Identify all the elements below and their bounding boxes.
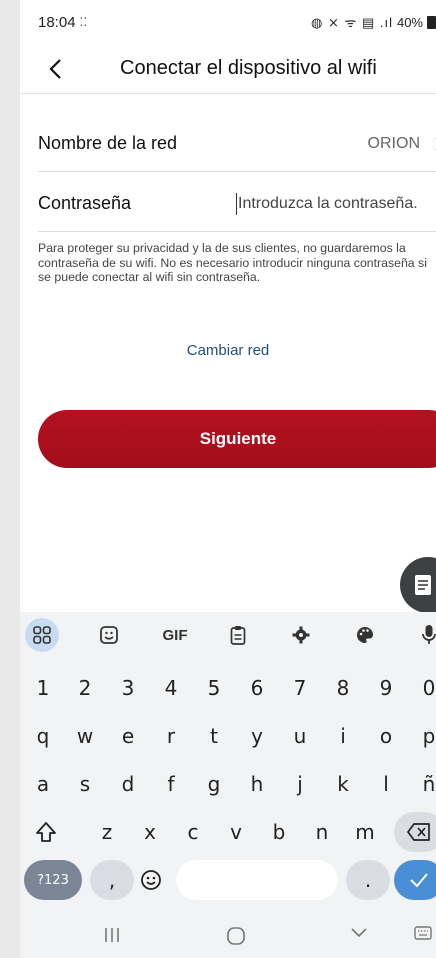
battery-percent: 40%: [396, 14, 423, 30]
clipboard-icon[interactable]: [221, 618, 255, 652]
emoji-icon: [141, 870, 161, 890]
key-g[interactable]: g: [195, 764, 233, 804]
key-c[interactable]: c: [174, 812, 212, 852]
notes-icon: [415, 575, 431, 595]
app-header: Conectar el dispositivo al wifi: [20, 44, 436, 94]
key-w[interactable]: w: [66, 716, 104, 756]
key-d[interactable]: d: [109, 764, 147, 804]
key-z[interactable]: z: [88, 812, 126, 852]
key-7[interactable]: 7: [281, 668, 319, 708]
backspace-icon: [407, 823, 430, 841]
key-s[interactable]: s: [66, 764, 104, 804]
recents-nav-icon[interactable]: [104, 926, 120, 949]
key-n[interactable]: n: [303, 812, 341, 852]
password-input[interactable]: [236, 192, 436, 215]
system-nav-bar: [0, 918, 436, 958]
gif-button[interactable]: GIF: [155, 618, 195, 652]
sticker-icon[interactable]: [92, 618, 126, 652]
on-screen-keyboard: GIF 1 2 3 4 5 6 7 8 9 0 q w e r t y u i …: [20, 612, 436, 958]
status-icons: ◍ ⨯ ᯤ ▤ .ıl: [311, 15, 393, 30]
back-button[interactable]: [40, 54, 70, 84]
key-6[interactable]: 6: [238, 668, 276, 708]
battery-icon: [427, 15, 436, 29]
network-value: ORION: [367, 134, 420, 152]
keyboard-switch-icon[interactable]: [414, 926, 432, 945]
palette-icon[interactable]: [348, 618, 382, 652]
floating-notes-button[interactable]: [400, 557, 436, 613]
keyboard-row-3: z x c v b n m: [20, 812, 436, 852]
key-y[interactable]: y: [238, 716, 276, 756]
microphone-icon[interactable]: [412, 618, 436, 652]
key-5[interactable]: 5: [195, 668, 233, 708]
password-label: Contraseña: [38, 193, 132, 213]
key-3[interactable]: 3: [109, 668, 147, 708]
key-1[interactable]: 1: [24, 668, 62, 708]
key-k[interactable]: k: [324, 764, 362, 804]
key-0[interactable]: 0: [410, 668, 436, 708]
key-p[interactable]: p: [410, 716, 436, 756]
key-o[interactable]: o: [367, 716, 405, 756]
network-label: Nombre de la red: [38, 133, 178, 153]
key-i[interactable]: i: [324, 716, 362, 756]
back-nav-icon[interactable]: [350, 926, 368, 944]
apps-grid-icon[interactable]: [25, 618, 59, 652]
key-e[interactable]: e: [109, 716, 147, 756]
period-key[interactable]: .: [346, 860, 390, 900]
status-time: 18:04: [38, 13, 76, 31]
status-bar: 18:04 ⁚⁚ ◍ ⨯ ᯤ ▤ .ıl 40%: [20, 0, 436, 44]
shift-key[interactable]: [24, 812, 68, 852]
backspace-key[interactable]: [394, 812, 436, 852]
key-r[interactable]: r: [152, 716, 190, 756]
chevron-left-icon: [49, 59, 61, 79]
key-9[interactable]: 9: [367, 668, 405, 708]
key-8[interactable]: 8: [324, 668, 362, 708]
settings-gear-icon[interactable]: [284, 618, 318, 652]
enter-key[interactable]: [394, 860, 436, 900]
key-n-tilde[interactable]: ñ: [410, 764, 436, 804]
network-row[interactable]: Nombre de la red ORION: [38, 116, 436, 172]
keyboard-row-2: a s d f g h j k l ñ: [20, 764, 436, 804]
key-u[interactable]: u: [281, 716, 319, 756]
key-l[interactable]: l: [367, 764, 405, 804]
key-m[interactable]: m: [346, 812, 384, 852]
key-f[interactable]: f: [152, 764, 190, 804]
key-q[interactable]: q: [24, 716, 62, 756]
comma-key[interactable]: ,: [90, 860, 134, 900]
keyboard-number-row: 1 2 3 4 5 6 7 8 9 0: [20, 668, 436, 708]
key-2[interactable]: 2: [66, 668, 104, 708]
keyboard-toolbar: GIF: [20, 612, 436, 658]
next-button[interactable]: Siguiente: [38, 410, 436, 468]
key-a[interactable]: a: [24, 764, 62, 804]
key-t[interactable]: t: [195, 716, 233, 756]
page-title: Conectar el dispositivo al wifi: [120, 57, 377, 79]
status-extra: ⁚⁚: [79, 15, 88, 29]
emoji-key[interactable]: [132, 860, 170, 900]
key-4[interactable]: 4: [152, 668, 190, 708]
app-screen: 18:04 ⁚⁚ ◍ ⨯ ᯤ ▤ .ıl 40% Conectar el dis…: [20, 0, 436, 958]
shift-arrow-icon: [36, 822, 56, 842]
key-v[interactable]: v: [217, 812, 255, 852]
change-network-link[interactable]: Cambiar red: [20, 342, 436, 359]
home-nav-icon[interactable]: [226, 926, 246, 951]
key-x[interactable]: x: [131, 812, 169, 852]
key-h[interactable]: h: [238, 764, 276, 804]
symbols-key[interactable]: ?123: [24, 860, 82, 900]
password-row: Contraseña: [38, 176, 436, 232]
key-b[interactable]: b: [260, 812, 298, 852]
checkmark-icon: [410, 873, 428, 888]
keyboard-row-1: q w e r t y u i o p: [20, 716, 436, 756]
keyboard-bottom-row: ?123 , .: [20, 860, 436, 900]
key-j[interactable]: j: [281, 764, 319, 804]
space-key[interactable]: [176, 860, 338, 900]
privacy-notice: Para proteger su privacidad y la de sus …: [38, 241, 427, 284]
